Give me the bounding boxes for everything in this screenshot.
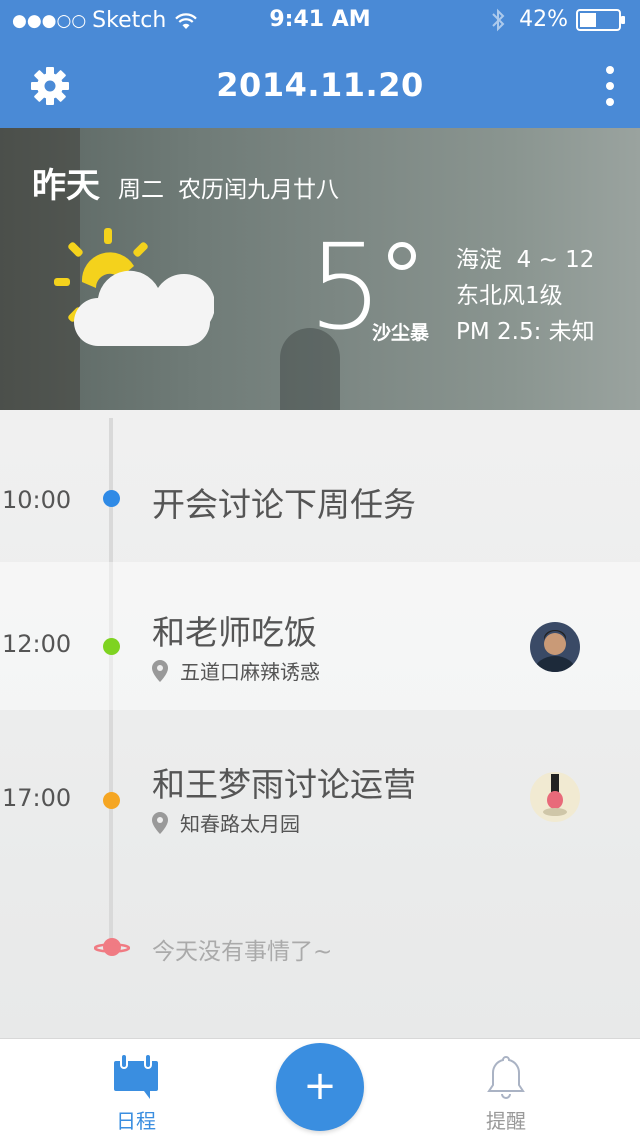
add-event-button[interactable]: +: [276, 1043, 364, 1131]
schedule-item[interactable]: 12:00 和老师吃饭 五道口麻辣诱惑: [0, 562, 640, 710]
avatar[interactable]: [530, 772, 580, 822]
location-pin-icon: [152, 811, 168, 834]
avatar-image: [530, 622, 580, 672]
schedule-item[interactable]: 10:00 开会讨论下周任务: [0, 450, 640, 550]
item-location-text: 知春路太月园: [180, 812, 300, 836]
wind-info: 东北风1级: [456, 283, 563, 309]
degree-symbol: [388, 242, 416, 270]
item-dot: [103, 792, 120, 809]
weather-panel: 昨天 周二 农历闰九月廿八 5 沙尘暴 海淀 4 ~ 12 东北风1级 PM 2…: [0, 128, 640, 410]
avatar[interactable]: [530, 622, 580, 672]
item-time: 17:00: [2, 784, 72, 812]
weather-condition: 沙尘暴: [372, 322, 430, 344]
item-time: 10:00: [2, 486, 72, 514]
item-title: 和老师吃饭: [152, 613, 317, 652]
item-time: 12:00: [2, 630, 72, 658]
top-bar: ●●●○○ Sketch 9:41 AM 42% 2014.11.20: [0, 0, 640, 128]
item-title: 开会讨论下周任务: [152, 485, 416, 524]
date-line: 昨天 周二 农历闰九月廿八: [32, 158, 339, 207]
empty-message: 今天没有事情了~: [152, 939, 333, 965]
schedule-list: 10:00 开会讨论下周任务 12:00 和老师吃饭 五道口麻辣诱惑 17:00…: [0, 410, 640, 1038]
battery-percent: 42%: [519, 7, 568, 32]
partly-cloudy-icon: [54, 228, 214, 346]
item-location: 五道口麻辣诱惑: [152, 656, 320, 685]
status-right: 42%: [491, 7, 626, 32]
lunar-date: 农历闰九月廿八: [178, 177, 339, 203]
avatar-image: [530, 772, 580, 822]
item-location: 知春路太月园: [152, 808, 300, 837]
calendar-chat-icon: [114, 1053, 158, 1099]
pm25-info: PM 2.5: 未知: [456, 319, 595, 345]
item-location-text: 五道口麻辣诱惑: [180, 660, 320, 684]
nav-bar: 2014.11.20: [0, 40, 640, 128]
empty-state: 今天没有事情了~: [0, 926, 640, 966]
location-temp-range: 海淀 4 ~ 12: [456, 247, 595, 273]
day-label: 昨天: [32, 166, 100, 206]
weather-info: 海淀 4 ~ 12 东北风1级 PM 2.5: 未知: [456, 242, 595, 350]
weekday-label: 周二: [118, 177, 164, 203]
item-dot: [103, 490, 120, 507]
schedule-item[interactable]: 17:00 和王梦雨讨论运营 知春路太月园: [0, 714, 640, 862]
status-bar: ●●●○○ Sketch 9:41 AM 42%: [0, 0, 640, 40]
battery-icon: [576, 8, 625, 31]
item-title: 和王梦雨讨论运营: [152, 765, 416, 804]
bluetooth-icon: [492, 8, 505, 31]
tab-schedule-label: 日程: [116, 1109, 156, 1133]
tab-schedule[interactable]: 日程: [72, 1039, 192, 1136]
bell-icon: [487, 1055, 525, 1099]
item-dot: [103, 638, 120, 655]
tab-remind-label: 提醒: [486, 1109, 526, 1133]
page-title: 2014.11.20: [216, 66, 424, 104]
tab-remind[interactable]: 提醒: [442, 1039, 562, 1136]
more-options-icon[interactable]: [600, 64, 620, 108]
location-pin-icon: [152, 659, 168, 682]
planet-icon: [94, 938, 130, 956]
